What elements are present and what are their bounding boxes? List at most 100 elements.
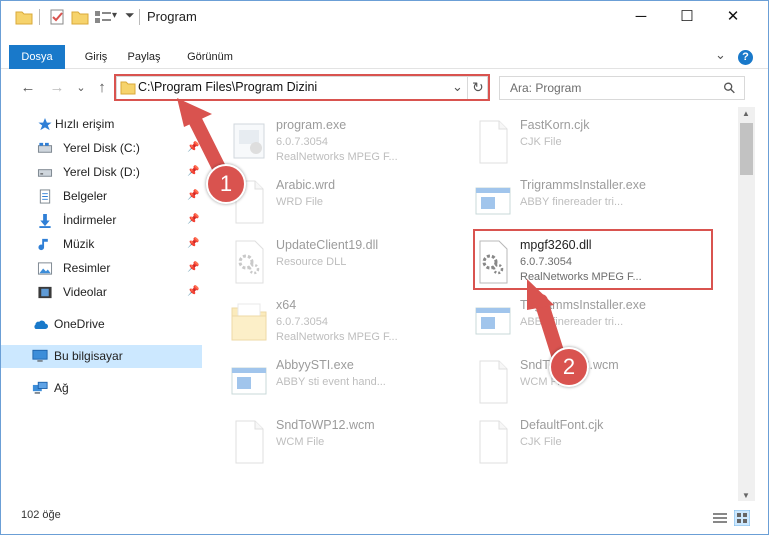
nav-item-network[interactable]: Ağ — [1, 377, 202, 400]
chevron-down-icon[interactable]: ▾ — [112, 10, 117, 21]
back-button[interactable]: ← — [18, 77, 38, 97]
nav-label: Bu bilgisayar — [54, 349, 123, 363]
file-detail: Resource DLL — [276, 256, 347, 268]
nav-label: Belgeler — [63, 189, 108, 203]
file-highlight — [473, 229, 713, 290]
file-name: FastKorn.cjk — [520, 118, 590, 132]
new-folder-icon[interactable] — [71, 9, 89, 25]
up-button[interactable]: ↑ — [92, 77, 112, 97]
folder-icon — [15, 11, 33, 25]
nav-label: Müzik — [63, 237, 95, 251]
nav-item-pictures[interactable]: Resimler 📌 — [1, 257, 202, 280]
file-item-program-exe[interactable]: program.exe 6.0.7.3054 RealNetworks MPEG F… — [228, 114, 463, 170]
file-item-arabic-wrd[interactable]: Arabic.wrd WRD File — [228, 174, 463, 230]
explorer-window: ▾ ⏷ Program ─ ☐ ✕ Dosya Giriş Paylaş Gör… — [0, 0, 769, 535]
file-item-sndtowp12-wcm[interactable]: SndToWP12.wcmWCM File — [472, 354, 707, 410]
pin-icon: 📌 — [187, 142, 200, 153]
search-placeholder[interactable]: Ara: Program — [510, 81, 581, 95]
nav-item-this-pc[interactable]: Bu bilgisayar — [1, 345, 202, 368]
file-name: program.exe — [276, 118, 347, 132]
recent-locations-button[interactable]: ⌄ — [71, 77, 91, 97]
folder-icon — [228, 298, 270, 346]
scroll-up-arrow[interactable]: ▲ — [742, 109, 750, 118]
tab-view[interactable]: Görünüm — [177, 45, 243, 69]
file-name: TrigrammsInstaller.exe — [520, 298, 646, 312]
download-icon — [39, 213, 51, 228]
title-separator — [39, 9, 40, 25]
nav-item-documents[interactable]: Belgeler 📌 — [1, 185, 202, 208]
drive-icon — [37, 169, 53, 177]
nav-item-local-disk-c[interactable]: Yerel Disk (C:) 📌 — [1, 137, 202, 160]
tab-file[interactable]: Dosya — [9, 45, 65, 69]
file-item-fastkorn-cjk[interactable]: FastKorn.cjk CJK File — [472, 114, 707, 170]
file-item-trigramms-installer-exe-2[interactable]: TrigrammsInstaller.exe ABBY finereader tr… — [472, 294, 707, 350]
nav-label: Yerel Disk (D:) — [63, 165, 140, 179]
help-icon[interactable]: ? — [738, 50, 753, 65]
scrollbar-thumb[interactable] — [740, 123, 753, 175]
expand-ribbon-icon[interactable]: ⌄ — [715, 47, 726, 63]
file-item-updateclient19-dll[interactable]: UpdateClient19.dll Resource DLL — [228, 234, 463, 290]
nav-label: Hızlı erişim — [55, 117, 115, 131]
details-view-icon[interactable] — [713, 512, 727, 524]
pictures-icon — [37, 262, 53, 275]
computer-icon — [32, 349, 48, 362]
file-detail: 6.0.7.3054 — [276, 316, 328, 328]
nav-label: Ağ — [54, 381, 69, 395]
nav-label: Resimler — [63, 261, 111, 275]
nav-item-downloads[interactable]: İndirmeler 📌 — [1, 209, 202, 232]
file-name: TrigrammsInstaller.exe — [520, 178, 646, 192]
pin-icon: 📌 — [187, 166, 200, 177]
customize-toolbar-icon[interactable]: ⏷ — [125, 8, 135, 23]
videos-icon — [38, 286, 52, 299]
documents-icon — [39, 189, 51, 204]
file-detail: CJK File — [520, 136, 562, 148]
file-item-defaultfont-cjk[interactable]: DefaultFont.cjk CJK File — [472, 414, 707, 470]
window-title: Program — [147, 9, 197, 24]
view-icon[interactable] — [94, 9, 112, 25]
nav-item-music[interactable]: Müzik 📌 — [1, 233, 202, 256]
network-icon — [32, 381, 48, 394]
close-button[interactable]: ✕ — [710, 1, 756, 31]
nav-label: Videolar — [63, 285, 107, 299]
file-item-sndtowp12-wcm-2[interactable]: SndToWP12.wcm WCM File — [228, 414, 463, 470]
scroll-down-arrow[interactable]: ▼ — [742, 491, 750, 500]
file-item-abbyysti-exe[interactable]: AbbyySTI.exe ABBY sti event hand... — [228, 354, 463, 410]
star-icon — [38, 117, 52, 131]
nav-item-videos[interactable]: Videolar 📌 — [1, 281, 202, 304]
maximize-button[interactable]: ☐ — [664, 1, 710, 31]
file-detail: ABBY sti event hand... — [276, 376, 386, 388]
minimize-button[interactable]: ─ — [618, 1, 664, 31]
callout-number-1: 1 — [206, 164, 246, 204]
app-icon — [472, 298, 514, 346]
cloud-icon — [34, 320, 48, 329]
file-name: SndToWP12.wcm — [276, 418, 375, 432]
address-highlight — [114, 74, 490, 101]
large-icons-view-icon[interactable] — [734, 510, 750, 526]
nav-item-quick-access[interactable]: Hızlı erişim — [1, 113, 202, 136]
properties-icon[interactable] — [49, 9, 65, 25]
doc-icon — [472, 418, 514, 466]
tab-share[interactable]: Paylaş — [121, 45, 167, 69]
exe-icon — [228, 118, 270, 166]
app-icon — [472, 178, 514, 226]
forward-button[interactable]: → — [47, 77, 67, 97]
file-item-trigramms-installer-exe[interactable]: TrigrammsInstaller.exe ABBY finereader tr… — [472, 174, 707, 230]
file-detail: RealNetworks MPEG F... — [276, 331, 398, 343]
music-icon — [38, 238, 48, 251]
nav-item-local-disk-d[interactable]: Yerel Disk (D:) 📌 — [1, 161, 202, 184]
file-detail: WRD File — [276, 196, 324, 208]
drive-icon — [37, 142, 53, 153]
file-detail: 6.0.7.3054 — [276, 136, 328, 148]
callout-number-2: 2 — [549, 347, 589, 387]
nav-item-onedrive[interactable]: OneDrive — [1, 313, 202, 336]
file-detail: WCM File — [276, 436, 325, 448]
tab-home[interactable]: Giriş — [73, 45, 119, 69]
file-item-x64-folder[interactable]: x64 6.0.7.3054 RealNetworks MPEG F... — [228, 294, 463, 350]
doc-icon — [472, 118, 514, 166]
pin-icon: 📌 — [187, 286, 200, 297]
file-detail: CJK File — [520, 436, 562, 448]
file-detail: ABBY finereader tri... — [520, 196, 624, 208]
app-icon — [228, 358, 270, 406]
pin-icon: 📌 — [187, 190, 200, 201]
nav-label: OneDrive — [54, 317, 105, 331]
